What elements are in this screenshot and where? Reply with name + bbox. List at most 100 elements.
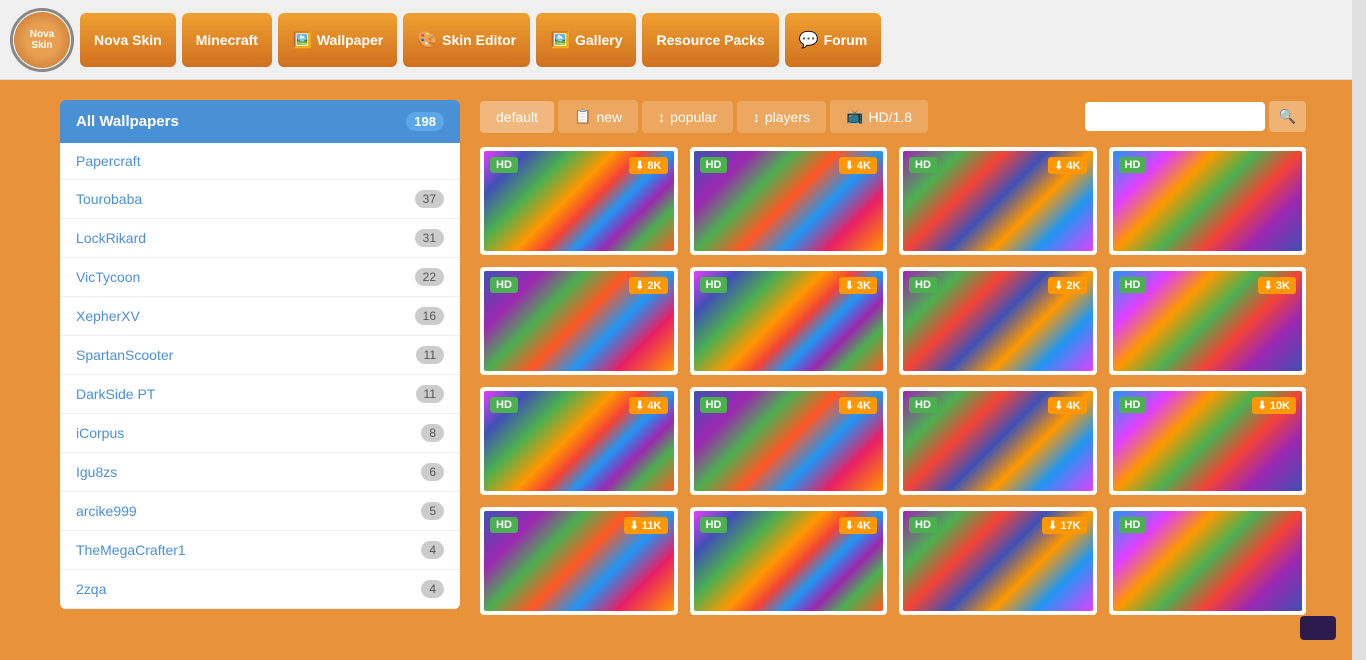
nav-forum[interactable]: 💬 Forum	[785, 13, 881, 67]
hd-badge: HD	[490, 157, 518, 173]
sidebar-item[interactable]: arcike999 5	[60, 492, 460, 531]
tab-new[interactable]: 📋 new	[558, 100, 638, 133]
wallpaper-card[interactable]: HD⬇ 3K	[690, 267, 888, 375]
minecraft-label: Minecraft	[196, 32, 258, 48]
hd-badge: HD	[490, 397, 518, 413]
download-badge: ⬇ 4K	[839, 397, 877, 414]
wallpaper-thumbnail: HD⬇ 17K	[903, 511, 1093, 611]
tab-players[interactable]: ↕ players	[737, 101, 826, 133]
hd-badge: HD	[700, 517, 728, 533]
nav-wallpaper[interactable]: 🖼️ Wallpaper	[278, 13, 397, 67]
download-badge: ⬇ 2K	[629, 277, 667, 294]
tab-hd[interactable]: 📺 HD/1.8	[830, 100, 928, 133]
download-badge: ⬇ 4K	[839, 157, 877, 174]
wallpaper-label: Wallpaper	[317, 32, 383, 48]
wallpaper-card[interactable]: HD⬇ 4K	[690, 387, 888, 495]
nova-skin-label: Nova Skin	[94, 32, 162, 48]
wallpaper-card[interactable]: HD⬇ 4K	[899, 387, 1097, 495]
sidebar-item-name: iCorpus	[76, 425, 124, 441]
hd-badge: HD	[909, 397, 937, 413]
sidebar-header: All Wallpapers 198	[60, 100, 460, 143]
sidebar-item-count: 31	[415, 229, 444, 247]
tab-players-label: players	[765, 109, 810, 125]
download-badge: ⬇ 3K	[839, 277, 877, 294]
wallpaper-card[interactable]: HD⬇ 4K	[899, 147, 1097, 255]
sidebar-item[interactable]: SpartanScooter 11	[60, 336, 460, 375]
hd-badge: HD	[1119, 397, 1147, 413]
sidebar-item-name: XepherXV	[76, 308, 140, 324]
wallpaper-thumbnail: HD	[1113, 511, 1303, 611]
dropdown-menu	[1300, 616, 1336, 640]
hd-icon: 📺	[846, 108, 863, 125]
wallpaper-card[interactable]: HD⬇ 4K	[480, 387, 678, 495]
wallpaper-thumbnail: HD ⬇ 3K	[1113, 271, 1303, 371]
wallpaper-card[interactable]: HD	[1109, 507, 1307, 615]
search-button[interactable]: 🔍	[1269, 101, 1306, 132]
download-badge: ⬇ 11K	[624, 517, 668, 534]
sidebar-item-count: 11	[416, 385, 444, 403]
nav-skin-editor[interactable]: 🎨 Skin Editor	[403, 13, 530, 67]
download-badge: ⬇ 3K	[1258, 277, 1296, 294]
logo-text: NovaSkin	[14, 12, 70, 68]
sidebar-item-name: VicTycoon	[76, 269, 140, 285]
nav-resource-packs[interactable]: Resource Packs	[642, 13, 778, 67]
wallpaper-card[interactable]: HD ⬇ 4K	[690, 507, 888, 615]
wallpaper-thumbnail: HD⬇ 4K	[903, 391, 1093, 491]
scrollbar[interactable]	[1352, 0, 1366, 660]
hd-badge: HD	[1119, 277, 1147, 293]
nav-gallery[interactable]: 🖼️ Gallery	[536, 13, 636, 67]
skin-editor-icon: 🎨	[417, 30, 437, 50]
hd-badge: HD	[909, 157, 937, 173]
wallpaper-card[interactable]: HD ⬇ 3K	[1109, 267, 1307, 375]
wallpaper-card[interactable]: HD ⬇ 11K	[480, 507, 678, 615]
sidebar-item-count: 16	[415, 307, 444, 325]
sidebar-item-name: Papercraft	[76, 153, 141, 169]
hd-badge: HD	[490, 517, 518, 533]
sidebar-item[interactable]: VicTycoon 22	[60, 258, 460, 297]
sidebar-item[interactable]: DarkSide PT 11	[60, 375, 460, 414]
sidebar-item[interactable]: iCorpus 8	[60, 414, 460, 453]
hd-badge: HD	[490, 277, 518, 293]
wallpaper-card[interactable]: HD⬇ 2K	[899, 267, 1097, 375]
sidebar-item[interactable]: LockRikard 31	[60, 219, 460, 258]
sidebar-item-name: arcike999	[76, 503, 137, 519]
wallpaper-card[interactable]: HD⬇ 17K	[899, 507, 1097, 615]
search-area: 🔍	[1085, 101, 1306, 132]
nav-minecraft[interactable]: Minecraft	[182, 13, 272, 67]
download-badge: ⬇ 8K	[629, 157, 667, 174]
search-input[interactable]	[1085, 102, 1265, 131]
download-badge: ⬇ 4K	[839, 517, 877, 534]
wallpaper-thumbnail: HD ⬇ 2K	[484, 271, 674, 371]
wallpaper-thumbnail: HD⬇ 4K	[694, 391, 884, 491]
sidebar-item-count: 8	[421, 424, 444, 442]
sidebar-item[interactable]: Tourobaba 37	[60, 180, 460, 219]
wallpaper-card[interactable]: HD ⬇ 10K	[1109, 387, 1307, 495]
sidebar-item[interactable]: Papercraft	[60, 143, 460, 180]
sidebar-item-name: TheMegaCrafter1	[76, 542, 186, 558]
sidebar-item-count: 11	[416, 346, 444, 364]
sidebar-item-name: Tourobaba	[76, 191, 142, 207]
sidebar-item-name: 2zqa	[76, 581, 106, 597]
wallpaper-card[interactable]: HD ⬇ 8K	[480, 147, 678, 255]
main-content: All Wallpapers 198 Papercraft Tourobaba …	[0, 80, 1366, 660]
wallpaper-card[interactable]: HD⬇ 4K	[690, 147, 888, 255]
sidebar-list: Papercraft Tourobaba 37 LockRikard 31 Vi…	[60, 143, 460, 609]
download-badge: ⬇ 10K	[1252, 397, 1296, 414]
sidebar-item-name: SpartanScooter	[76, 347, 173, 363]
sidebar-item[interactable]: Igu8zs 6	[60, 453, 460, 492]
sidebar-item[interactable]: XepherXV 16	[60, 297, 460, 336]
nav-nova-skin[interactable]: Nova Skin	[80, 13, 176, 67]
sidebar-item[interactable]: TheMegaCrafter1 4	[60, 531, 460, 570]
sidebar-item[interactable]: 2zqa 4	[60, 570, 460, 609]
tab-popular[interactable]: ↕ popular	[642, 101, 733, 133]
wallpaper-thumbnail: HD ⬇ 11K	[484, 511, 674, 611]
wallpaper-card[interactable]: HD ⬇ 2K	[480, 267, 678, 375]
wallpaper-card[interactable]: HD	[1109, 147, 1307, 255]
wallpaper-thumbnail: HD⬇ 4K	[484, 391, 674, 491]
logo[interactable]: NovaSkin	[10, 8, 74, 72]
download-badge: ⬇ 17K	[1042, 517, 1086, 534]
sidebar-item-count: 37	[415, 190, 444, 208]
wallpaper-grid: HD⬇ 8KHD⬇ 4KHD⬇ 4KHDHD⬇ 2KHD⬇ 3KHD⬇ 2KHD…	[480, 147, 1306, 615]
tab-default[interactable]: default	[480, 101, 554, 133]
wallpaper-thumbnail: HD	[1113, 151, 1303, 251]
